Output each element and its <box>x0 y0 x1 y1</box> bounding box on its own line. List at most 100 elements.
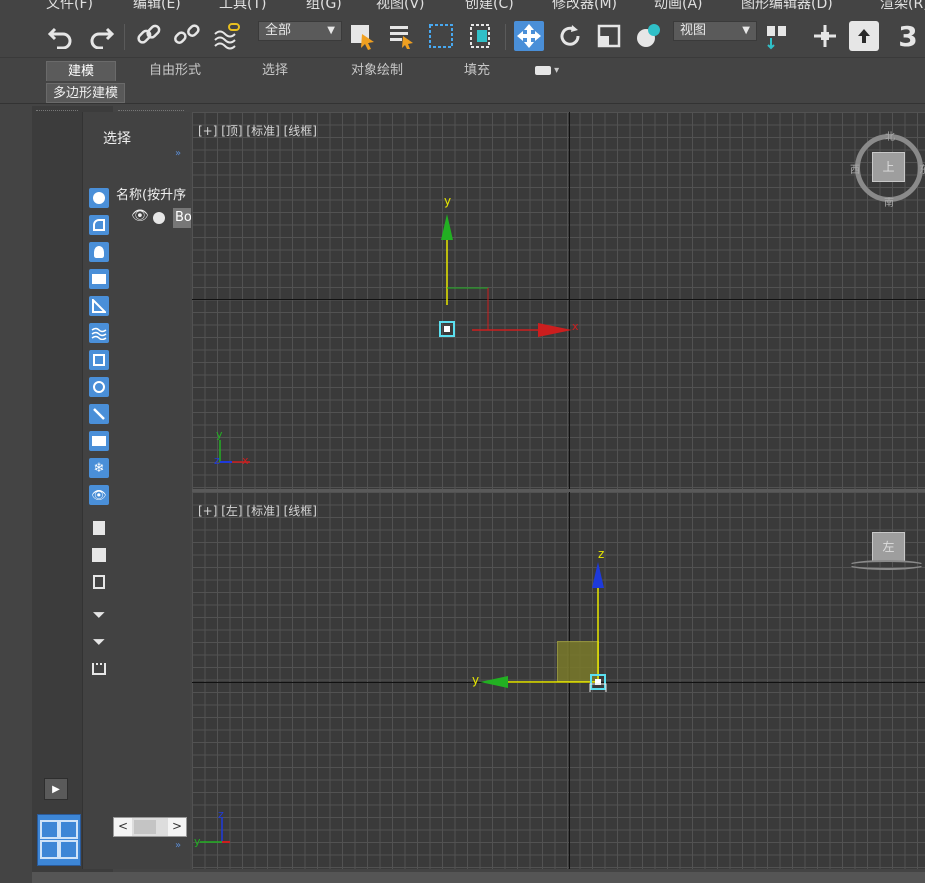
toolbar-separator <box>124 24 125 50</box>
menu-graph-editors[interactable]: 图形编辑器(D) <box>741 0 833 13</box>
frozen-filter-icon[interactable]: ❄ <box>89 458 109 478</box>
tab-freeform[interactable]: 自由形式 <box>132 61 218 81</box>
reference-coordinate-dropdown[interactable]: 视图 ▼ <box>673 21 757 41</box>
selection-filter-dropdown[interactable]: 全部 ▼ <box>258 21 342 41</box>
ribbon-options-button[interactable]: ▾ <box>528 61 566 81</box>
select-and-move-icon[interactable] <box>514 21 544 51</box>
tripod-x-label: x <box>242 454 249 467</box>
shapes-filter-icon[interactable] <box>89 215 109 235</box>
compass-north-label: 北 <box>885 132 895 143</box>
menu-modifiers[interactable]: 修改器(M) <box>552 0 617 13</box>
reference-coordinate-value: 视图 <box>680 23 707 38</box>
select-and-rotate-icon[interactable] <box>555 21 585 51</box>
gizmo-x-label: x <box>572 320 579 333</box>
menu-create[interactable]: 创建(C) <box>465 0 514 13</box>
left-edge <box>0 106 33 883</box>
render-dot-icon[interactable] <box>153 212 165 224</box>
layer-icon[interactable] <box>89 659 109 679</box>
geometry-filter-icon[interactable] <box>89 188 109 208</box>
viewport-layout-button[interactable] <box>37 814 81 866</box>
menu-edit[interactable]: 编辑(E) <box>133 0 181 13</box>
tab-object-paint[interactable]: 对象绘制 <box>330 61 424 81</box>
undo-icon[interactable] <box>46 21 76 51</box>
subtab-polygon-modeling[interactable]: 多边形建模 <box>46 83 126 103</box>
viewport-label-top[interactable]: [+] [顶] [标准] [线框] <box>198 122 317 139</box>
compass-east-label: 东 <box>919 165 925 176</box>
snap-toggle-button[interactable]: 3 <box>893 19 923 53</box>
viewcube-face-top[interactable]: 上 <box>872 152 905 182</box>
double-chevron-right-icon[interactable]: » <box>175 148 181 159</box>
viewport-left[interactable]: [+] [左] [标准] [线框] z y z y 左 <box>192 492 925 869</box>
scroll-right-icon[interactable]: > <box>168 818 186 836</box>
hidden-filter-icon[interactable]: 👁 <box>89 485 109 505</box>
main-toolbar: 全部 ▼ 视图 ▼ 3 <box>0 16 925 58</box>
menu-rendering[interactable]: 渲染(R) <box>880 0 925 13</box>
select-by-name-icon[interactable] <box>386 21 416 51</box>
gizmo-z-label: z <box>598 547 605 561</box>
horizontal-scrollbar[interactable]: < > <box>113 817 187 837</box>
filter-options-icon[interactable]: ⏷ <box>89 605 109 625</box>
menu-file[interactable]: 文件(F) <box>46 0 93 13</box>
eye-icon[interactable]: 👁 <box>131 208 149 224</box>
unlink-icon[interactable] <box>172 21 202 51</box>
select-and-place-icon[interactable] <box>633 21 663 51</box>
gizmo-y-label: y <box>444 194 452 208</box>
scene-row-name[interactable]: Bo <box>173 208 191 228</box>
cameras-filter-icon[interactable] <box>89 269 109 289</box>
space-warps-filter-icon[interactable] <box>89 323 109 343</box>
display-none-icon[interactable] <box>89 545 109 565</box>
toolbar-separator <box>505 24 506 50</box>
select-and-scale-icon[interactable] <box>594 21 624 51</box>
compass-west-label: 西 <box>850 165 860 176</box>
display-invert-icon[interactable] <box>89 572 109 592</box>
compass-south-label: 南 <box>884 198 894 209</box>
groups-filter-icon[interactable] <box>89 350 109 370</box>
viewcube-face-left[interactable]: 左 <box>872 532 905 562</box>
column-header-name[interactable]: 名称(按升序 <box>116 184 191 202</box>
chevron-down-icon: ▼ <box>327 25 335 36</box>
bind-space-warp-icon[interactable] <box>213 21 243 51</box>
menu-group[interactable]: 组(G) <box>306 0 342 13</box>
redo-icon[interactable] <box>86 21 116 51</box>
viewcube-compass-ring[interactable] <box>848 560 925 570</box>
xrefs-filter-icon[interactable] <box>89 377 109 397</box>
keyboard-shortcut-override-icon[interactable] <box>849 21 879 51</box>
explorer-title[interactable]: 选择 <box>103 128 131 148</box>
window-crossing-icon[interactable] <box>466 21 496 51</box>
selection-filter-value: 全部 <box>265 23 292 38</box>
move-gizmo-left[interactable] <box>462 542 622 692</box>
ribbon-tabs: 建模 自由形式 选择 对象绘制 填充 ▾ <box>0 59 925 81</box>
move-gizmo-top[interactable] <box>432 192 592 342</box>
viewport-label-left[interactable]: [+] [左] [标准] [线框] <box>198 502 317 519</box>
pivot-center-icon[interactable] <box>762 21 792 51</box>
scroll-thumb[interactable] <box>134 820 156 834</box>
snap-toggle-label: 3 <box>898 19 918 53</box>
double-chevron-right-icon[interactable]: » <box>175 840 181 851</box>
filter-icon[interactable]: ⏷ <box>89 632 109 652</box>
status-strip <box>32 872 925 883</box>
helpers-filter-icon[interactable] <box>89 296 109 316</box>
menu-animation[interactable]: 动画(A) <box>654 0 703 13</box>
tripod-z-label: z <box>218 808 224 821</box>
link-icon[interactable] <box>134 21 164 51</box>
tripod-y-label: y <box>194 835 201 848</box>
select-object-icon[interactable] <box>347 21 377 51</box>
expand-panel-button[interactable]: ▶ <box>44 778 68 800</box>
menu-tools[interactable]: 工具(T) <box>219 0 266 13</box>
menu-view[interactable]: 视图(V) <box>376 0 425 13</box>
viewport-top[interactable]: [+] [顶] [标准] [线框] y x y z x 上 北 南 西 东 <box>192 112 925 489</box>
rectangular-selection-icon[interactable] <box>426 21 456 51</box>
containers-filter-icon[interactable] <box>89 431 109 451</box>
chevron-down-icon: ▼ <box>742 25 750 36</box>
scene-row[interactable]: 👁 Bo <box>131 208 191 228</box>
ribbon-subbar: 多边形建模 <box>0 82 925 104</box>
lights-filter-icon[interactable] <box>89 242 109 262</box>
tab-selection[interactable]: 选择 <box>240 61 310 81</box>
tab-populate[interactable]: 填充 <box>446 61 508 81</box>
bones-filter-icon[interactable] <box>89 404 109 424</box>
select-manipulate-icon[interactable] <box>810 21 840 51</box>
scene-explorer: 选择 » 名称(按升序 👁 Bo ❄ 👁 ⏷ ⏷ < > » <box>82 112 191 869</box>
display-all-icon[interactable] <box>89 518 109 538</box>
tab-modeling[interactable]: 建模 <box>46 61 116 81</box>
scroll-left-icon[interactable]: < <box>114 818 132 836</box>
